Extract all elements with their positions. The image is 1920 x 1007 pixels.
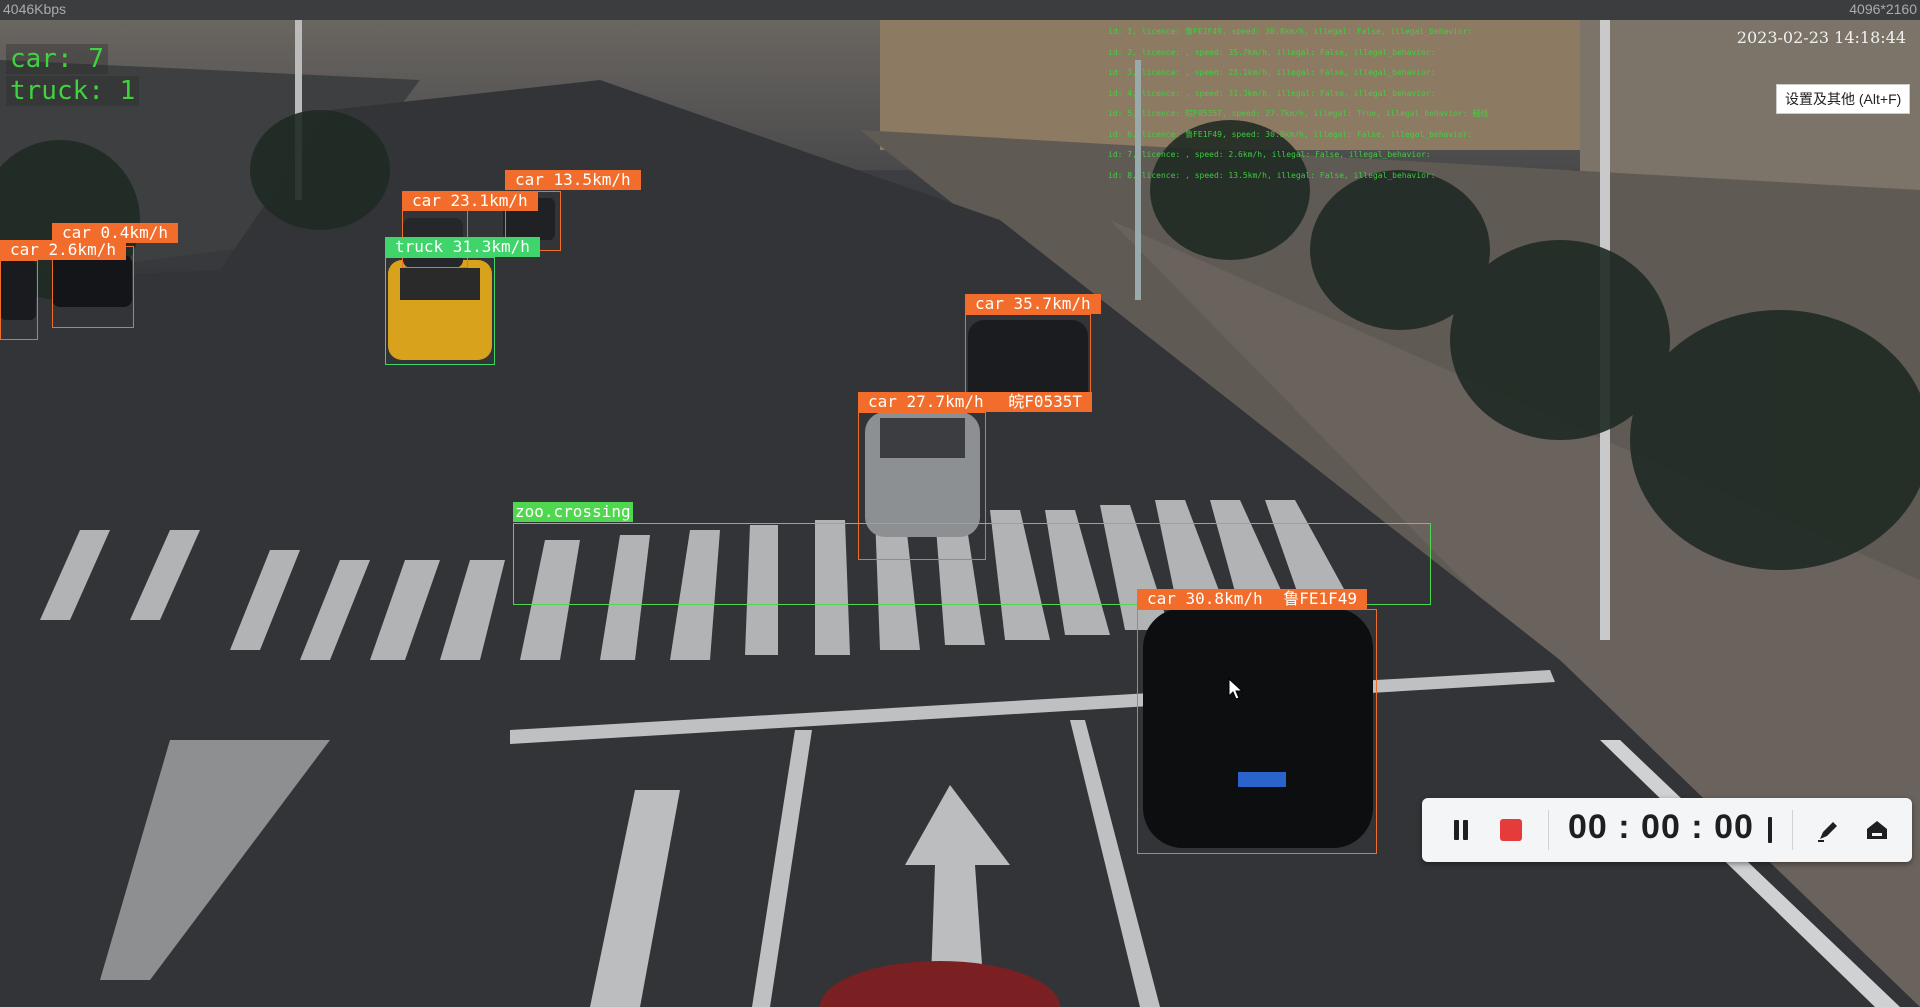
detection-label: car 27.7km/h 皖F0535T [858,392,1092,412]
detection-label: car 35.7km/h [965,294,1101,314]
detection-box [0,260,38,340]
recording-toolbar: 00 : 00 : 00 [1422,798,1912,862]
car-count: car: 7 [6,44,108,74]
log-line: id: 6, licence: 鲁FE1F49, speed: 30.8km/h… [1108,129,1473,139]
detection-plate: 皖F0535T [1008,392,1082,411]
log-line: id: 2, licence: , speed: 35.7km/h, illeg… [1108,47,1436,57]
detection-label: car 30.8km/h 鲁FE1F49 [1137,589,1367,609]
log-line: id: 4, licence: , speed: 31.3km/h, illeg… [1108,88,1436,98]
annotate-button[interactable] [1814,815,1844,845]
timer-divider [1768,817,1772,843]
detection-speed: car 27.7km/h [868,392,984,411]
log-line: id: 3, licence: , speed: 23.1km/h, illeg… [1108,68,1436,77]
log-line: id: 8, licence: , speed: 13.5km/h, illeg… [1108,170,1436,180]
home-icon [1867,821,1887,839]
stop-button[interactable] [1500,819,1522,841]
detection-label: car 13.5km/h [505,170,641,190]
home-button[interactable] [1862,815,1892,845]
detection-label: truck 31.3km/h [385,237,540,257]
detection-speed: car 30.8km/h [1147,589,1263,608]
log-line: id: 7, licence: , speed: 2.6km/h, illega… [1108,150,1431,159]
truck-count: truck: 1 [6,76,140,106]
pause-icon [1454,820,1459,840]
detection-plate: 鲁FE1F49 [1283,589,1357,608]
video-timestamp: 2023-02-23 14:18:44 [1736,28,1906,47]
pause-button[interactable] [1448,817,1474,843]
detection-label: car 23.1km/h [402,191,538,211]
zone-label: zoo.crossing [513,502,633,522]
bitrate-label: 4046Kbps [3,1,67,17]
resolution-label: 4096*2160 [1849,1,1917,17]
recording-timer: 00 : 00 : 00 [1568,808,1754,846]
mouse-cursor-icon [1228,678,1244,700]
status-bar: 4046Kbps 4096*2160 [0,0,1920,20]
detection-box [1137,609,1377,854]
detection-log: id: 1, licence: 鲁FE1F49, speed: 30.8km/h… [1108,22,1488,186]
pen-icon [1818,822,1837,842]
log-line: id: 5, licence: 皖F0535T, speed: 27.7km/h… [1108,109,1489,118]
detection-box [385,257,495,365]
settings-tooltip: 设置及其他 (Alt+F) [1776,84,1911,114]
log-line: id: 1, licence: 鲁FE1F49, speed: 30.8km/h… [1108,27,1473,36]
detection-label: car 2.6km/h [0,240,126,260]
